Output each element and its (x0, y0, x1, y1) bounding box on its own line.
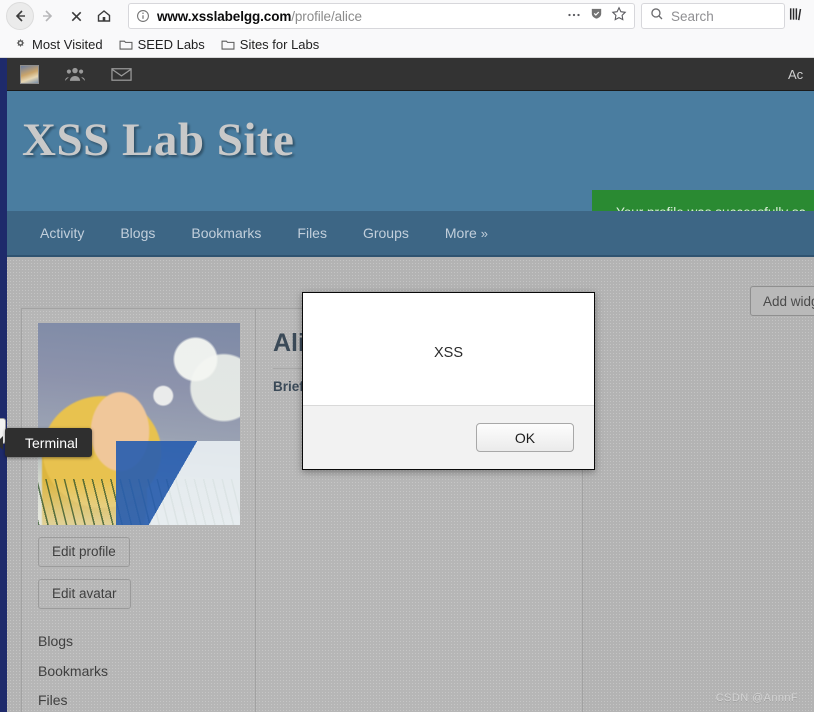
url-path: /profile/alice (291, 8, 362, 24)
site-nav: Activity Blogs Bookmarks Files Groups Mo… (0, 211, 814, 257)
bookmark-sites-for-labs[interactable]: Sites for Labs (221, 37, 320, 52)
site-topbar: Ac (0, 58, 814, 91)
stop-icon[interactable] (62, 2, 90, 30)
terminal-tooltip: Terminal (5, 428, 92, 457)
profile-link-blogs[interactable]: Blogs (38, 627, 239, 657)
javascript-alert-dialog: XSS OK (302, 292, 595, 470)
search-input[interactable]: Search (641, 3, 785, 29)
home-icon[interactable] (90, 2, 118, 30)
bookmarks-toolbar: Most Visited SEED Labs Sites for Labs (0, 32, 814, 58)
nav-item-more-label: More (444, 225, 477, 241)
nav-item-activity[interactable]: Activity (40, 225, 84, 241)
search-placeholder: Search (671, 8, 714, 24)
screen: www.xsslabelgg.com/profile/alice Search (0, 0, 814, 712)
nav-item-groups[interactable]: Groups (363, 225, 409, 241)
profile-sidebar: Edit profile Edit avatar Blogs Bookmarks… (22, 309, 256, 712)
add-widgets-button[interactable]: Add widgets (750, 286, 814, 316)
star-burst-icon (14, 38, 27, 51)
search-icon (650, 7, 664, 26)
profile-link-files[interactable]: Files (38, 686, 239, 712)
address-bar[interactable]: www.xsslabelgg.com/profile/alice (128, 3, 635, 29)
alert-footer: OK (303, 405, 594, 469)
bookmark-seed-labs[interactable]: SEED Labs (119, 37, 205, 52)
browser-toolbar: www.xsslabelgg.com/profile/alice Search (0, 0, 814, 32)
desktop-launcher-strip[interactable] (0, 58, 7, 712)
url-text[interactable]: www.xsslabelgg.com/profile/alice (157, 9, 560, 24)
nav-item-more[interactable]: More » (445, 225, 488, 241)
bookmark-most-visited[interactable]: Most Visited (14, 37, 103, 52)
library-icon[interactable] (789, 6, 808, 27)
folder-icon (119, 38, 133, 51)
url-host: www.xsslabelgg.com (157, 8, 292, 24)
star-icon[interactable] (611, 6, 627, 27)
nav-item-blogs[interactable]: Blogs (120, 225, 155, 241)
profile-link-list: Blogs Bookmarks Files Pages Wire posts (38, 627, 239, 712)
profile-link-bookmarks[interactable]: Bookmarks (38, 657, 239, 687)
users-icon[interactable] (65, 66, 85, 82)
topbar-avatar[interactable] (20, 64, 39, 84)
profile-avatar[interactable] (38, 323, 240, 525)
bookmark-label: Most Visited (32, 37, 103, 52)
alert-message: XSS (303, 293, 594, 405)
avatar-foreground (38, 479, 240, 525)
folder-icon (221, 38, 235, 51)
site-title: XSS Lab Site (22, 114, 295, 166)
topbar-account-label[interactable]: Ac (788, 58, 814, 91)
nav-item-bookmarks[interactable]: Bookmarks (191, 225, 261, 241)
bookmark-label: SEED Labs (137, 37, 205, 52)
double-chevron-icon: » (480, 226, 488, 241)
forward-icon[interactable] (34, 2, 62, 30)
edit-profile-button[interactable]: Edit profile (38, 537, 130, 567)
edit-avatar-button[interactable]: Edit avatar (38, 579, 131, 609)
watermark: CSDN @AnnnF (715, 692, 798, 704)
bookmark-label: Sites for Labs (239, 37, 320, 52)
back-icon[interactable] (6, 2, 34, 30)
page-viewport: Ac XSS Lab Site Your profile was success… (0, 58, 814, 712)
ok-button[interactable]: OK (476, 423, 574, 452)
info-circle-icon[interactable] (136, 9, 150, 23)
ellipsis-icon[interactable] (566, 6, 582, 27)
envelope-icon[interactable] (111, 66, 132, 82)
shield-icon[interactable] (589, 6, 604, 26)
site-header: XSS Lab Site Your profile was successful… (0, 91, 814, 234)
nav-item-files[interactable]: Files (297, 225, 327, 241)
